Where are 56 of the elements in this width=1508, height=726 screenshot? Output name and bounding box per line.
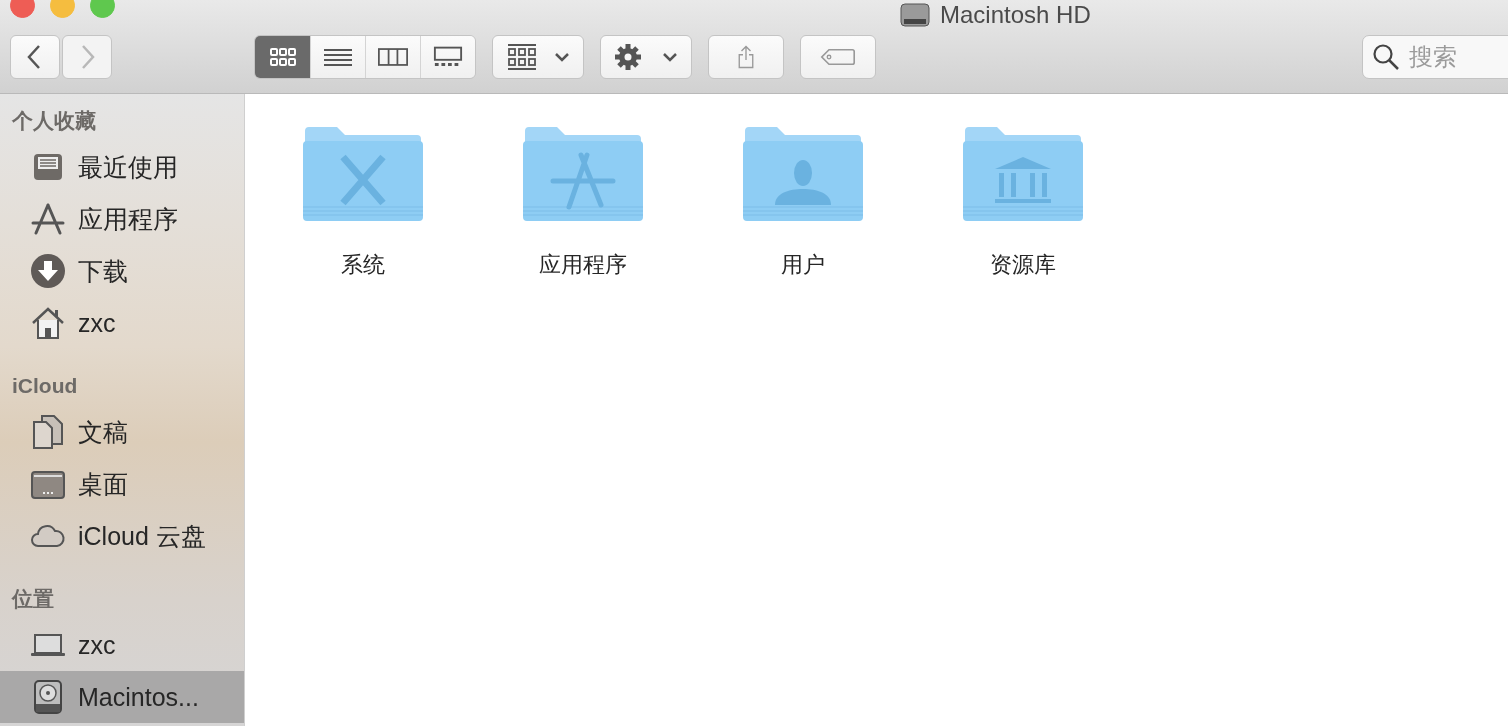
window-control-button[interactable] [90, 0, 115, 18]
group-button[interactable] [492, 35, 584, 79]
gallery-icon [433, 45, 463, 69]
sidebar-item[interactable]: 下载 [0, 245, 244, 297]
view-mode-button[interactable] [365, 36, 420, 78]
chevron-right-icon [79, 45, 95, 69]
sidebar-heading: 个人收藏 [11, 108, 97, 134]
chevron-left-icon [27, 45, 43, 69]
sidebar-item-label: 下载 [78, 255, 128, 287]
sidebar-item[interactable]: Macintos... [0, 671, 244, 723]
window-control-button[interactable] [10, 0, 35, 18]
sidebar-heading: 位置 [10, 586, 55, 612]
sidebar-item-label: 应用程序 [78, 203, 178, 235]
folder-name: 系统 [341, 251, 385, 279]
columns-icon [378, 45, 408, 69]
share-button[interactable] [708, 35, 784, 79]
view-mode-button[interactable] [310, 36, 365, 78]
folder-icon[interactable] [963, 127, 1083, 222]
folder-name: 资源库 [990, 251, 1056, 279]
sidebar-item-label: zxc [78, 308, 116, 338]
action-button[interactable] [600, 35, 692, 79]
documents-icon [30, 414, 66, 450]
sidebar-item[interactable]: iCloud 云盘 [0, 510, 244, 562]
sidebar-heading: iCloud [11, 373, 79, 399]
view-mode-control[interactable] [254, 35, 476, 79]
search-field[interactable]: 搜索 [1362, 35, 1508, 79]
sidebar-item[interactable]: 桌面 [0, 458, 244, 510]
folder-name: 应用程序 [539, 251, 627, 279]
sidebar-item[interactable]: zxc [0, 619, 244, 671]
folder-icon[interactable] [523, 127, 643, 222]
sidebar-item[interactable]: 最近使用 [0, 141, 244, 193]
window-control-button[interactable] [50, 0, 75, 18]
folder-name: 用户 [781, 251, 825, 279]
tag-icon [820, 46, 856, 68]
house-icon [30, 305, 66, 341]
sidebar-item-label: 桌面 [78, 468, 128, 500]
grid-dropdown-icon [506, 43, 570, 71]
icon-grid-icon [267, 45, 298, 69]
tag-button[interactable] [800, 35, 876, 79]
folder-icon[interactable] [743, 127, 863, 222]
gear-dropdown-icon [614, 43, 678, 71]
sidebar-item-label: 文稿 [78, 416, 128, 448]
app-store-icon [30, 201, 66, 237]
view-mode-button[interactable] [420, 36, 475, 78]
sidebar-item-label: 最近使用 [78, 151, 178, 183]
sidebar-item[interactable]: 文稿 [0, 406, 244, 458]
back-button[interactable] [10, 35, 60, 79]
sidebar-item[interactable]: 应用程序 [0, 193, 244, 245]
sidebar-item-label: Macintos... [78, 682, 199, 712]
sidebar-item-label: zxc [78, 630, 116, 660]
sidebar-item-label: iCloud 云盘 [78, 520, 206, 552]
folder-icon[interactable] [303, 127, 423, 222]
sidebar-item[interactable]: zxc [0, 297, 244, 349]
download-icon [30, 253, 66, 289]
window-title: Macintosh HD [940, 1, 1091, 29]
view-mode-button[interactable] [255, 36, 310, 78]
